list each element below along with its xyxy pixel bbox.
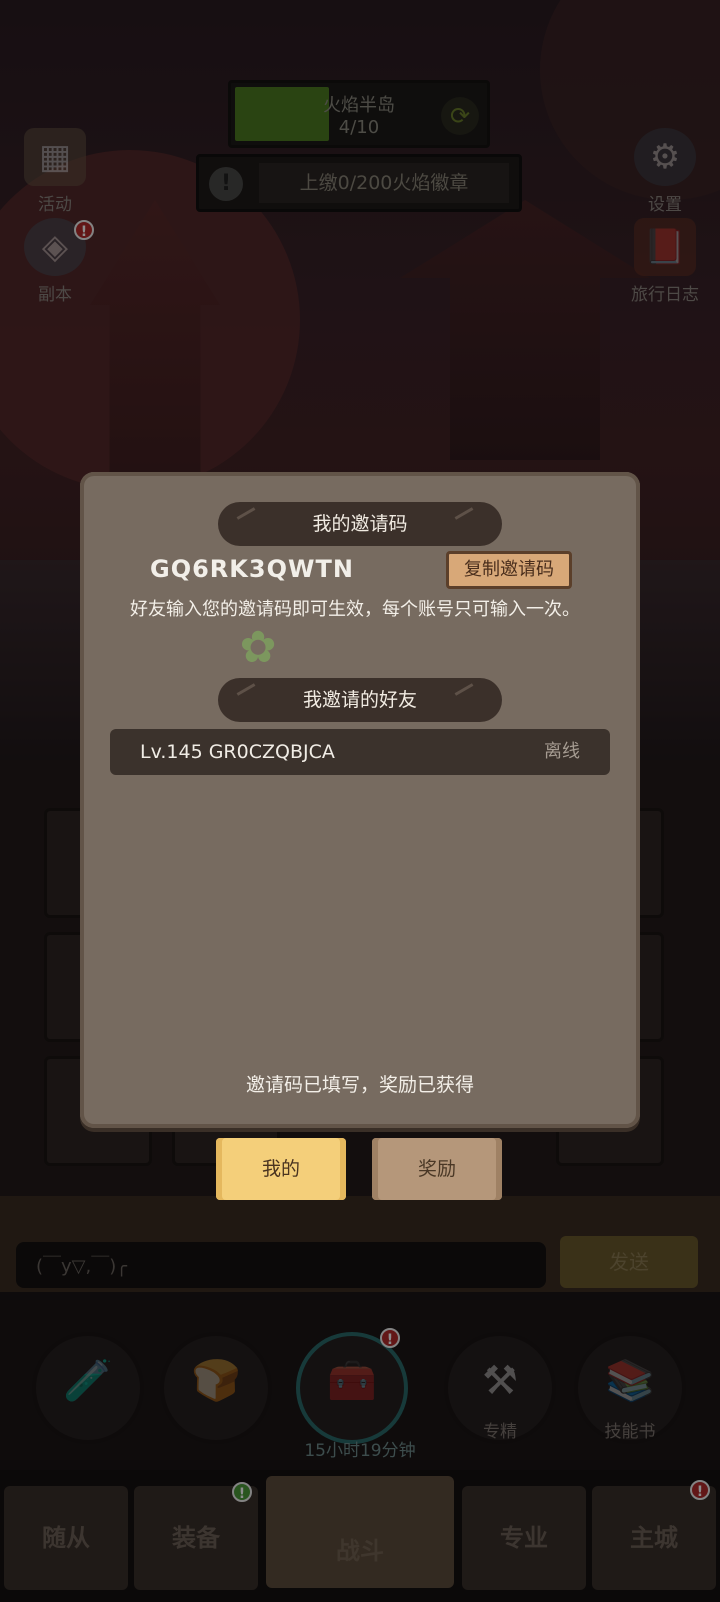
copy-invite-code-button[interactable]: 复制邀请码 <box>446 551 572 589</box>
my-invite-code-header: 我的邀请码 <box>218 502 502 546</box>
invite-hint: 好友输入您的邀请码即可生效，每个账号只可输入一次。 <box>130 599 580 620</box>
tab-rewards[interactable]: 奖励 <box>372 1138 502 1200</box>
friend-name: Lv.145 GR0CZQBJCA <box>140 741 335 763</box>
friend-status: 离线 <box>544 741 580 762</box>
friend-row[interactable]: Lv.145 GR0CZQBJCA 离线 <box>110 729 610 775</box>
invited-friends-header: 我邀请的好友 <box>218 678 502 722</box>
tab-mine[interactable]: 我的 <box>216 1138 346 1200</box>
invite-code: GQ6RK3QWTN <box>150 555 354 583</box>
invite-status-text: 邀请码已填写，奖励已获得 <box>245 1074 474 1096</box>
clover-icon: ✿ <box>239 622 277 673</box>
